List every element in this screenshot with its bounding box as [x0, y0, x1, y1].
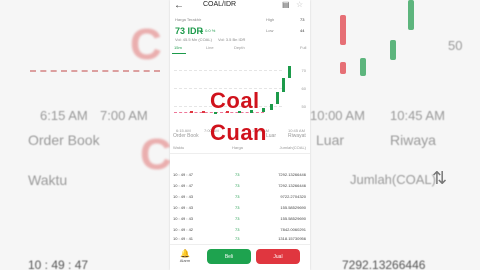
volume-coal: Vol: 45.5 Mn (COAL) [175, 37, 212, 42]
grid-line [174, 70, 282, 71]
tab-order-book[interactable]: Order Book [173, 133, 199, 139]
last-price: 73 IDR [175, 26, 204, 36]
backdrop-y-label: 50 [448, 38, 463, 53]
row-time: 10 : 49 : 47 [173, 172, 194, 177]
overlay-title-line-1: Coal [210, 88, 260, 113]
row-price: 73 [235, 227, 240, 232]
row-price: 73 [235, 172, 240, 177]
candle [262, 108, 265, 112]
action-bar: 🔔 Alarm Beli Jual [170, 244, 310, 270]
tab-15m[interactable]: 15m [174, 45, 182, 50]
row-price: 73 [235, 216, 240, 221]
divider [170, 153, 310, 154]
tab-line[interactable]: Line [206, 45, 214, 50]
row-time: 10 : 49 : 43 [173, 194, 194, 199]
y-tick-label: 60 [301, 86, 306, 91]
backdrop-reference-line [30, 70, 160, 72]
star-icon[interactable]: ☆ [296, 0, 303, 9]
backdrop-time-label: 10:00 AM [310, 108, 365, 123]
header-amount: Jumlah(COAL) [279, 145, 306, 150]
row-time: 10 : 49 : 47 [173, 183, 194, 188]
low-label: Low [266, 28, 274, 33]
candle [276, 92, 279, 104]
notes-icon[interactable]: ▤ [282, 0, 290, 9]
table-row: 10 : 49 : 43 73 155.58529690 [170, 203, 310, 214]
backdrop-luar-label: Luar [316, 132, 345, 148]
sell-button[interactable]: Jual [256, 249, 300, 264]
backdrop-candle [390, 40, 396, 60]
sort-arrows-icon: ⇅ [432, 168, 448, 188]
volume-idr: Vol: 3.5 Bn IDR [218, 37, 246, 42]
tab-riwayat[interactable]: Riwayat [288, 133, 306, 139]
price-change: ▲ 0.0 % [200, 28, 216, 33]
row-time: 10 : 49 : 42 [173, 227, 194, 232]
row-price: 73 [235, 205, 240, 210]
backdrop-bottom-amount: 7292.13266446 [342, 258, 426, 270]
last-price-label: Harga Terakhir [175, 17, 202, 22]
y-tick-label: 70 [301, 68, 306, 73]
back-arrow-icon[interactable]: ← [174, 0, 184, 12]
row-time: 10 : 49 : 41 [173, 236, 194, 241]
backdrop-candle [340, 62, 346, 74]
backdrop-overlay-fragment: C [130, 20, 162, 69]
row-price: 73 [235, 183, 240, 188]
backdrop-candle [360, 58, 366, 76]
alarm-button[interactable]: 🔔 Alarm [176, 249, 194, 263]
chart-tabs: 15m Line Depth Full [170, 45, 310, 54]
alarm-label: Alarm [179, 258, 191, 263]
backdrop-time-label: 7:00 AM [100, 108, 148, 123]
high-value: 73 [300, 17, 305, 22]
backdrop-overlay-fragment: C [140, 130, 170, 179]
backdrop-bottom-time: 10 : 49 : 47 [28, 258, 89, 270]
row-amount: 9722.2704320 [280, 194, 306, 199]
candle [288, 66, 291, 78]
row-amount: 7292.13266446 [278, 172, 306, 177]
row-amount: 155.58529690 [280, 205, 306, 210]
row-amount: 155.58529690 [280, 216, 306, 221]
overlay-title-line-2: Cuan [210, 120, 267, 145]
row-price: 73 [235, 194, 240, 199]
candle [282, 78, 285, 92]
table-row: 10 : 49 : 43 73 155.58529690 [170, 214, 310, 225]
backdrop-jumlah-label: Jumlah(COAL) [350, 172, 436, 187]
low-value: 44 [300, 28, 305, 33]
buy-button[interactable]: Beli [207, 249, 251, 264]
high-label: High [266, 17, 275, 22]
row-time: 10 : 49 : 43 [173, 216, 194, 221]
backdrop-waktu-label: Waktu [28, 172, 68, 188]
backdrop-candle [408, 0, 414, 30]
top-bar: ← COAL/IDR ▤ ☆ [170, 0, 310, 12]
blurred-backdrop-left: C C 6:15 AM 7:00 AM Order Book Waktu 10 … [0, 0, 170, 270]
blurred-backdrop-right: 50 10:00 AM 10:45 AM Luar Riwaya Jumlah(… [310, 0, 480, 270]
tab-depth[interactable]: Depth [234, 45, 245, 50]
header-time: Waktu [173, 145, 185, 150]
row-price: 73 [235, 236, 240, 241]
backdrop-riwayat-label: Riwaya [390, 132, 436, 148]
row-amount: 7292.13266446 [278, 183, 306, 188]
candle [202, 111, 205, 113]
tab-luar[interactable]: Luar [266, 133, 276, 139]
table-row: 10 : 49 : 43 73 9722.2704320 [170, 192, 310, 203]
candle [190, 111, 193, 113]
backdrop-order-book-label: Order Book [28, 132, 100, 148]
table-row: 10 : 49 : 47 73 7292.13266446 [170, 181, 310, 192]
bell-icon: 🔔 [180, 249, 190, 258]
y-tick-label: 50 [301, 104, 306, 109]
ticker-title: COAL/IDR [203, 1, 237, 8]
row-time: 10 : 49 : 43 [173, 205, 194, 210]
candle [270, 104, 273, 110]
table-row: 10 : 49 : 47 73 7292.13266446 [170, 170, 310, 181]
backdrop-time-label: 6:15 AM [40, 108, 88, 123]
backdrop-time-label: 10:45 AM [390, 108, 445, 123]
backdrop-candle [340, 15, 346, 45]
row-amount: 1318.15730956 [278, 236, 306, 241]
tab-full[interactable]: Full [300, 45, 306, 50]
row-amount: 7842.0060291 [280, 227, 306, 232]
